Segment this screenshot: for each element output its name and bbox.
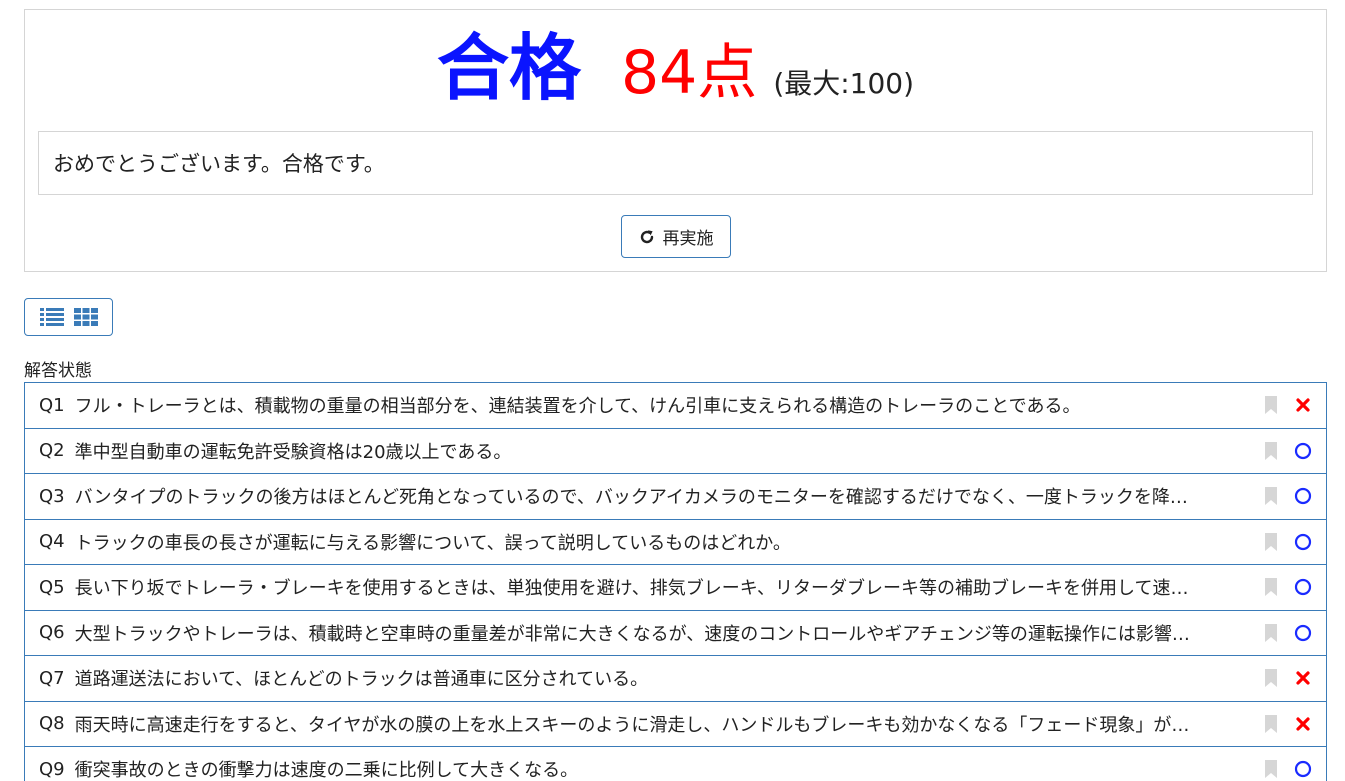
question-number: Q7 (39, 667, 65, 689)
question-number: Q2 (39, 440, 65, 462)
correct-circle-icon (1294, 533, 1312, 551)
incorrect-x-icon (1294, 715, 1312, 733)
bookmark-icon[interactable] (1264, 396, 1278, 415)
incorrect-x-icon (1294, 669, 1312, 687)
correct-circle-icon (1294, 578, 1312, 596)
answer-row[interactable]: Q8 雨天時に高速走行をすると、タイヤが水の膜の上を水上スキーのように滑走し、ハン… (24, 701, 1327, 747)
answer-list: Q1 フル・トレーラとは、積載物の重量の相当部分を、連結装置を介して、けん引車に支… (24, 382, 1327, 781)
question-number: Q3 (39, 485, 65, 507)
score-line: 合格 84点 (最大:100) (25, 32, 1326, 122)
question-text: 長い下り坂でトレーラ・ブレーキを使用するときは、単独使用を避け、排気ブレーキ、リ… (74, 578, 1189, 600)
bookmark-icon[interactable] (1264, 623, 1278, 642)
question-number: Q1 (39, 394, 65, 416)
bookmark-icon[interactable] (1264, 669, 1278, 688)
max-score-label: (最大:100) (773, 67, 915, 100)
result-panel: 合格 84点 (最大:100) おめでとうございます。合格です。 再実施 (24, 9, 1327, 272)
answer-row[interactable]: Q6 大型トラックやトレーラは、積載時と空車時の重量差が非常に大きくなるが、速度の… (24, 610, 1327, 656)
question-text: 大型トラックやトレーラは、積載時と空車時の重量差が非常に大きくなるが、速度のコン… (74, 623, 1190, 645)
question-text: 雨天時に高速走行をすると、タイヤが水の膜の上を水上スキーのように滑走し、ハンドル… (74, 714, 1190, 736)
question-text: フル・トレーラとは、積載物の重量の相当部分を、連結装置を介して、けん引車に支えら… (74, 396, 1081, 418)
question-text: トラックの車長の長さが運転に与える影響について、誤って説明しているものはどれか。 (74, 532, 791, 554)
bookmark-icon[interactable] (1264, 714, 1278, 733)
correct-circle-icon (1294, 487, 1312, 505)
question-text: 衝突事故のときの衝撃力は速度の二乗に比例して大きくなる。 (74, 760, 579, 781)
retry-button[interactable]: 再実施 (621, 215, 731, 258)
incorrect-x-icon (1294, 396, 1312, 414)
bookmark-icon[interactable] (1264, 487, 1278, 506)
retry-button-label: 再実施 (662, 229, 714, 249)
answer-status-heading: 解答状態 (24, 361, 92, 381)
answer-row[interactable]: Q4 トラックの車長の長さが運転に与える影響について、誤って説明しているものはどれ… (24, 519, 1327, 565)
refresh-icon (640, 229, 653, 243)
question-number: Q4 (39, 531, 65, 553)
question-text: バンタイプのトラックの後方はほとんど死角となっているので、バックアイカメラのモニ… (74, 487, 1188, 509)
result-message: おめでとうございます。合格です。 (38, 131, 1313, 195)
view-toggle (24, 298, 113, 336)
question-number: Q5 (39, 576, 65, 598)
score-value: 84点 (620, 38, 758, 108)
question-text: 道路運送法において、ほとんどのトラックは普通車に区分されている。 (74, 669, 649, 691)
question-number: Q9 (39, 758, 65, 780)
answer-row[interactable]: Q3 バンタイプのトラックの後方はほとんど死角となっているので、バックアイカメラの… (24, 474, 1327, 520)
grid-view-icon[interactable] (73, 307, 98, 327)
bookmark-icon[interactable] (1264, 441, 1278, 460)
answer-row[interactable]: Q5 長い下り坂でトレーラ・ブレーキを使用するときは、単独使用を避け、排気ブレーキ… (24, 565, 1327, 611)
bookmark-icon[interactable] (1264, 532, 1278, 551)
list-view-icon[interactable] (39, 307, 64, 327)
answer-row[interactable]: Q2 準中型自動車の運転免許受験資格は20歳以上である。 (24, 428, 1327, 474)
correct-circle-icon (1294, 624, 1312, 642)
answer-row[interactable]: Q1 フル・トレーラとは、積載物の重量の相当部分を、連結装置を介して、けん引車に支… (24, 383, 1327, 429)
bookmark-icon[interactable] (1264, 578, 1278, 597)
correct-circle-icon (1294, 442, 1312, 460)
question-text: 準中型自動車の運転免許受験資格は20歳以上である。 (74, 441, 512, 463)
question-number: Q8 (39, 713, 65, 735)
pass-label: 合格 (436, 26, 581, 110)
correct-circle-icon (1294, 760, 1312, 778)
answer-row[interactable]: Q9 衝突事故のときの衝撃力は速度の二乗に比例して大きくなる。 (24, 747, 1327, 781)
bookmark-icon[interactable] (1264, 760, 1278, 779)
question-number: Q6 (39, 622, 65, 644)
answer-row[interactable]: Q7 道路運送法において、ほとんどのトラックは普通車に区分されている。 (24, 656, 1327, 702)
